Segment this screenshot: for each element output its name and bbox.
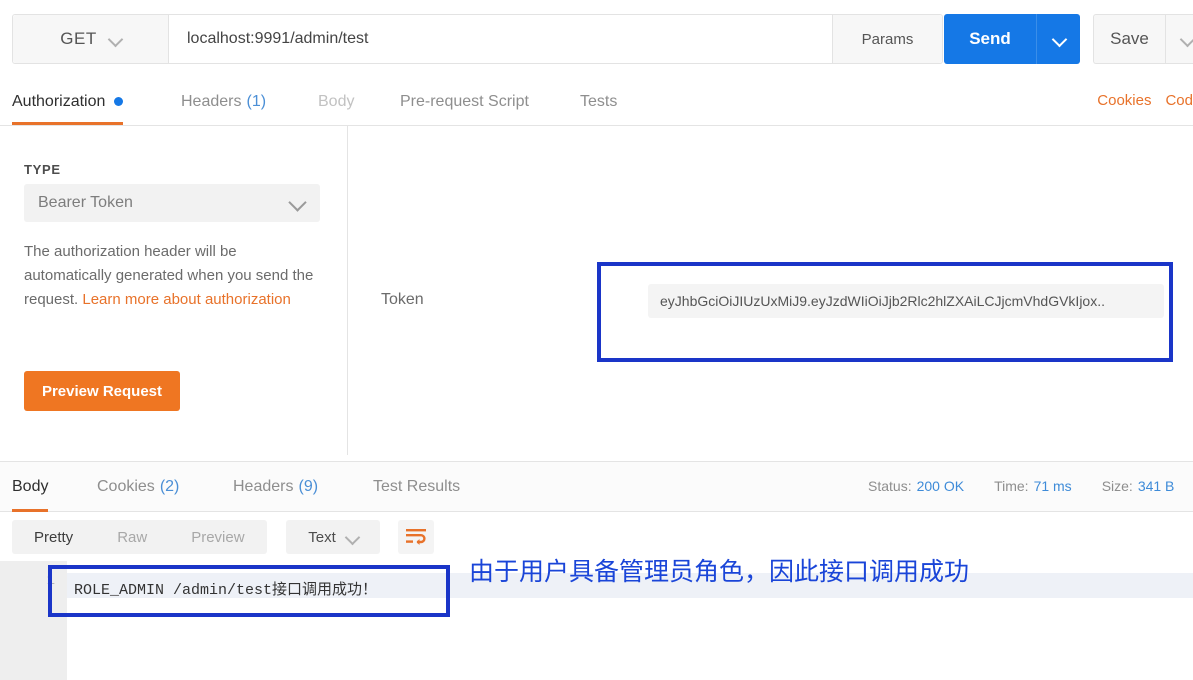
tab-tests-label: Tests [580,92,618,110]
save-button-group: Save [1093,14,1193,64]
tab-headers-count: (1) [246,92,267,110]
annotation-note: 由于用户具备管理员角色，因此接口调用成功 [469,558,970,586]
send-button[interactable]: Send [944,14,1036,64]
chevron-down-icon [346,531,358,543]
size-key: Size: [1101,478,1133,494]
auth-type-select[interactable]: Bearer Token [24,184,320,222]
http-method-selector[interactable]: GET [13,15,169,63]
status-key: Status: [868,478,912,494]
token-input[interactable]: eyJhbGciOiJIUzUxMiJ9.eyJzdWIiOiJjb2Rlc2h… [648,284,1164,318]
auth-learn-more-link[interactable]: Learn more about authorization [82,291,290,308]
tab-tests[interactable]: Tests [580,78,617,125]
preview-request-button[interactable]: Preview Request [24,371,180,411]
format-pretty-button[interactable]: Pretty [12,520,95,554]
time-value: 71 ms [1033,478,1072,494]
tab-pre-request-script[interactable]: Pre-request Script [400,78,529,125]
response-language-select[interactable]: Text [286,520,380,554]
response-tab-cookies-count: (2) [159,478,180,495]
request-tab-bar: Authorization Headers (1) Body Pre-reque… [0,78,1193,126]
request-corner-links: Cookies Cod [1097,92,1193,109]
format-toggle-group: Pretty Raw Preview [12,520,267,554]
response-language-value: Text [308,528,336,546]
response-meta: Status: 200 OK Time: 71 ms Size: 341 B [868,478,1174,494]
status-value: 200 OK [916,478,965,494]
tab-authorization-label: Authorization [12,92,106,110]
token-label: Token [381,291,424,308]
url-bar: GET localhost:9991/admin/test Params Sen… [0,0,1193,78]
auth-type-value: Bearer Token [38,194,133,211]
time-key: Time: [994,478,1029,494]
response-tab-cookies-label: Cookies [97,478,155,495]
send-button-group: Send [944,14,1080,64]
word-wrap-button[interactable] [398,520,434,554]
url-input[interactable]: localhost:9991/admin/test [169,15,832,63]
auth-type-label: TYPE [24,162,61,177]
save-options-button[interactable] [1165,14,1193,64]
response-body-text[interactable]: ROLE_ADMIN /admin/test接口调用成功！ [74,578,377,599]
panel-divider [347,126,348,455]
response-tab-test-results[interactable]: Test Results [373,462,460,512]
response-tab-cookies[interactable]: Cookies (2) [97,462,179,512]
chevron-down-icon [109,33,121,45]
line-number: 1 [46,573,55,589]
response-tab-headers-label: Headers [233,478,294,495]
response-tab-body-label: Body [12,478,49,495]
save-button[interactable]: Save [1093,14,1165,64]
chevron-down-icon [290,195,306,211]
size-value: 341 B [1137,478,1175,494]
chevron-down-icon [1053,33,1065,45]
auth-description: The authorization header will be automat… [24,240,324,312]
params-button[interactable]: Params [832,15,942,63]
code-link[interactable]: Cod [1165,92,1193,109]
tab-headers-label: Headers [181,92,242,110]
tab-body-label: Body [318,92,355,110]
auth-set-dot-icon [114,97,124,106]
tab-headers[interactable]: Headers (1) [181,78,266,125]
tab-body[interactable]: Body [318,78,354,125]
response-tab-body[interactable]: Body [12,462,49,512]
cookies-link[interactable]: Cookies [1097,92,1151,109]
chevron-down-icon [1181,33,1193,45]
tab-authorization[interactable]: Authorization [12,78,124,125]
request-url-group: GET localhost:9991/admin/test Params [12,14,943,64]
http-method-label: GET [60,29,97,48]
tab-pre-request-script-label: Pre-request Script [400,92,529,110]
authorization-panel: TYPE Bearer Token The authorization head… [0,126,1193,456]
format-preview-button[interactable]: Preview [169,520,266,554]
format-raw-button[interactable]: Raw [95,520,169,554]
postman-window: GET localhost:9991/admin/test Params Sen… [0,0,1193,680]
send-options-button[interactable] [1036,14,1080,64]
word-wrap-icon [406,529,426,545]
response-tab-headers-count: (9) [298,478,319,495]
response-tab-test-results-label: Test Results [373,478,461,495]
response-tab-headers[interactable]: Headers (9) [233,462,318,512]
